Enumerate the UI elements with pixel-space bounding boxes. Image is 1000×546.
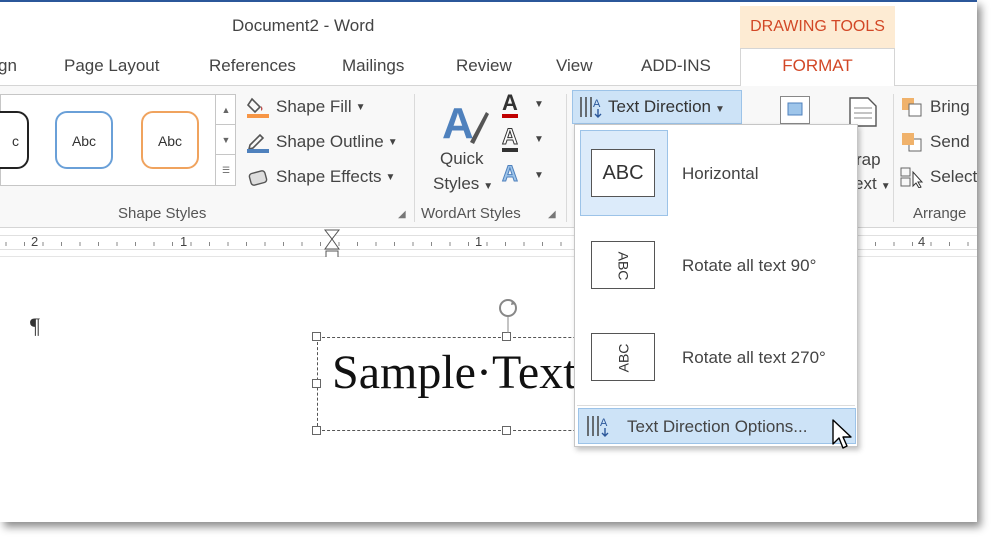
text-effects-icon[interactable]: A [502, 162, 519, 185]
shape-effects-button[interactable]: Shape Effects ▼ [246, 166, 395, 188]
tab-format[interactable]: FORMAT [740, 48, 895, 87]
shape-style-3[interactable]: Abc [141, 111, 199, 169]
group-separator [566, 94, 567, 222]
tab-design[interactable]: gn [0, 56, 17, 76]
rotate-handle-icon[interactable] [497, 297, 519, 338]
text-direction-options-label: Text Direction Options... [627, 417, 808, 436]
wrap-text-label-1[interactable]: rap [856, 150, 881, 170]
gallery-down-icon[interactable]: ▼ [216, 125, 236, 155]
ruler-number: 1 [180, 234, 188, 249]
group-separator [893, 94, 894, 222]
text-box-content[interactable]: Sample·Text [332, 345, 577, 400]
gallery-up-icon[interactable]: ▲ [216, 95, 236, 125]
mouse-cursor-icon [831, 418, 853, 457]
menu-item-label: Horizontal [682, 164, 759, 183]
text-direction-label: Text Direction ▼ [608, 97, 725, 116]
ribbon-tabs: gn Page Layout References Mailings Revie… [0, 48, 977, 87]
shape-styles-gallery: c Abc Abc ▲ ▼ ☰ [0, 94, 236, 186]
tab-add-ins[interactable]: ADD-INS [641, 56, 711, 76]
text-direction-menu: ABC Horizontal ABC Rotate all text 90° A… [574, 124, 858, 447]
tab-view[interactable]: View [556, 56, 593, 76]
window-title: Document2 - Word [232, 16, 375, 35]
tab-references[interactable]: References [209, 56, 296, 76]
horizontal-preview-icon: ABC [591, 149, 655, 197]
text-direction-options-item[interactable]: A Text Direction Options... [578, 408, 856, 444]
wordart-styles-launcher-icon[interactable]: ◢ [548, 209, 556, 220]
gallery-scroll: ▲ ▼ ☰ [215, 95, 236, 185]
wrap-text-button[interactable]: ext ▼ [854, 174, 891, 194]
ruler-number: 4 [918, 234, 926, 249]
tab-mailings[interactable]: Mailings [342, 56, 404, 76]
shape-effects-icon [246, 166, 270, 188]
rotate-270-preview-icon: ABC [591, 333, 655, 381]
quick-styles-button[interactable]: Styles ▼ [433, 174, 493, 194]
shape-style-2[interactable]: Abc [55, 111, 113, 169]
title-bar: Document2 - Word DRAWING TOOLS [0, 0, 977, 48]
send-backward-button[interactable]: Send [900, 131, 970, 153]
tab-page-layout[interactable]: Page Layout [64, 56, 159, 76]
send-backward-icon [900, 131, 924, 153]
gallery-more-icon[interactable]: ☰ [216, 155, 236, 185]
shape-style-1[interactable]: c [0, 111, 29, 169]
quick-styles-label-1[interactable]: Quick [440, 149, 483, 169]
text-effects-caret[interactable]: ▼ [534, 170, 544, 181]
svg-text:A: A [442, 99, 474, 148]
bring-forward-icon [900, 96, 924, 118]
resize-handle[interactable] [312, 379, 321, 388]
paragraph-mark: ¶ [30, 313, 40, 338]
menu-item-rotate-270[interactable]: ABC Rotate all text 270° [575, 315, 857, 405]
wordart-styles-group-label: WordArt Styles [421, 205, 521, 222]
text-outline-caret[interactable]: ▼ [534, 134, 544, 145]
text-direction-options-icon: A [585, 414, 611, 443]
bring-forward-button[interactable]: Bring [900, 96, 970, 118]
menu-item-label: Rotate all text 90° [682, 256, 817, 275]
tab-review[interactable]: Review [456, 56, 512, 76]
menu-separator [577, 405, 855, 406]
pencil-icon [246, 131, 270, 153]
svg-text:A: A [593, 98, 601, 110]
group-separator [414, 94, 415, 222]
ruler-number: 2 [31, 234, 39, 249]
text-fill-icon[interactable]: A [502, 92, 518, 118]
word-window: Document2 - Word DRAWING TOOLS gn Page L… [0, 0, 977, 522]
resize-handle[interactable] [502, 426, 511, 435]
svg-text:A: A [600, 417, 608, 429]
shape-outline-button[interactable]: Shape Outline ▼ [246, 131, 398, 153]
quick-styles-icon[interactable]: A [440, 94, 490, 150]
selection-pane-button[interactable]: Select [900, 166, 977, 189]
position-icon[interactable] [780, 96, 810, 124]
paint-bucket-icon [246, 96, 270, 118]
resize-handle[interactable] [312, 332, 321, 341]
menu-item-rotate-90[interactable]: ABC Rotate all text 90° [575, 223, 857, 313]
arrange-group-label: Arrange [913, 205, 967, 222]
menu-item-label: Rotate all text 270° [682, 348, 826, 367]
text-outline-icon[interactable]: A [502, 125, 518, 152]
menu-item-horizontal[interactable]: ABC Horizontal [575, 125, 857, 221]
shape-styles-group-label: Shape Styles [118, 205, 207, 222]
text-fill-caret[interactable]: ▼ [534, 99, 544, 110]
resize-handle[interactable] [312, 426, 321, 435]
shape-styles-launcher-icon[interactable]: ◢ [398, 209, 406, 220]
rotate-90-preview-icon: ABC [591, 241, 655, 289]
ruler-number: 1 [475, 234, 483, 249]
shape-fill-button[interactable]: Shape Fill ▼ [246, 96, 366, 118]
selection-pane-icon [900, 166, 924, 189]
drawing-tools-label: DRAWING TOOLS [740, 6, 895, 48]
text-direction-icon: A [578, 95, 604, 124]
